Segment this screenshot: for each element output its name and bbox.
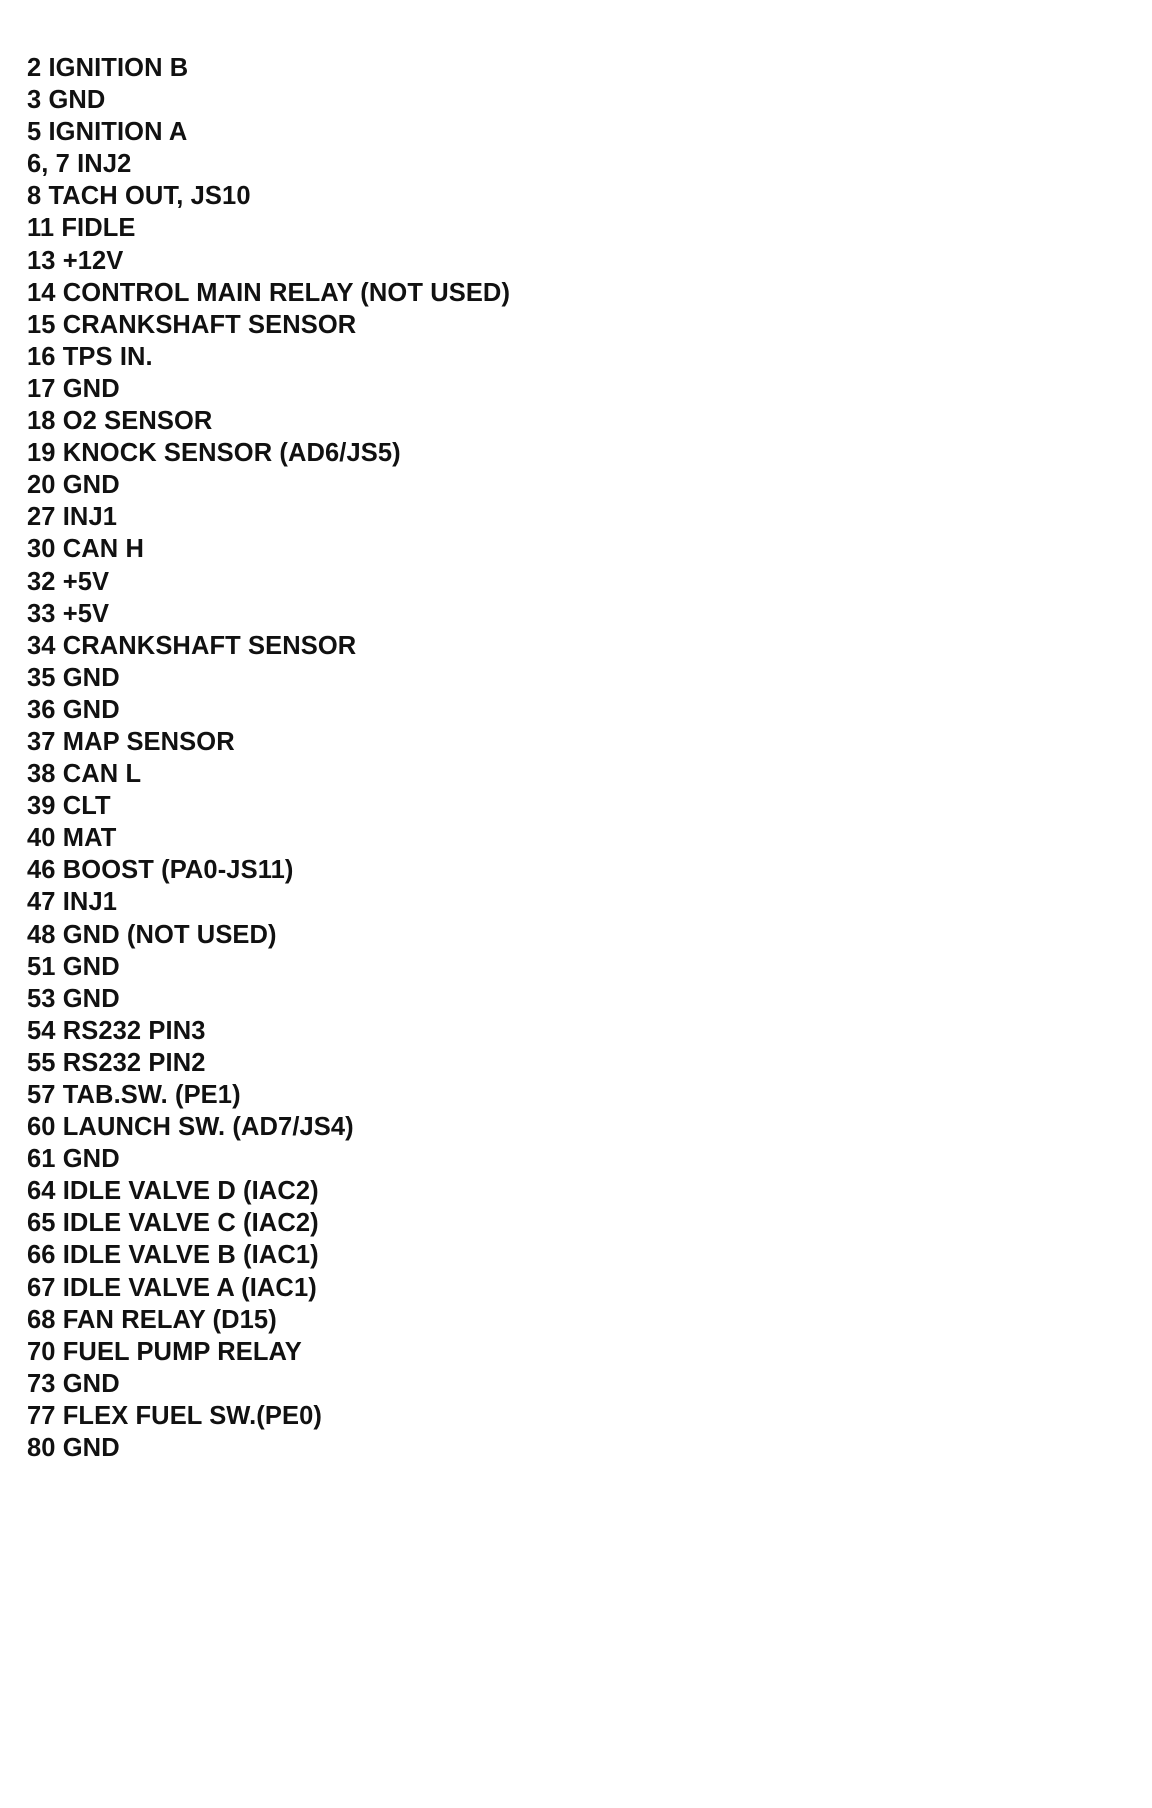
pinout-line: 18 O2 SENSOR: [27, 407, 213, 436]
pinout-line: 6, 7 INJ2: [27, 150, 132, 179]
pinout-line: 68 FAN RELAY (D15): [27, 1305, 277, 1334]
document-page: 2 IGNITION B 3 GND 5 IGNITION A 6, 7 INJ2 8 …: [0, 0, 1152, 1808]
pinout-line: 40 MAT: [27, 824, 117, 853]
pinout-line: 64 IDLE VALVE D (IAC2): [27, 1177, 319, 1206]
pinout-line: 13 +12V: [27, 246, 124, 275]
pinout-line: 8 TACH OUT, JS10: [27, 182, 251, 211]
pinout-line: 11 FIDLE: [27, 214, 136, 243]
pinout-line: 77 FLEX FUEL SW.(PE0): [27, 1401, 322, 1430]
pinout-line: 16 TPS IN.: [27, 342, 153, 371]
pinout-line: 60 LAUNCH SW. (AD7/JS4): [27, 1113, 354, 1142]
pinout-line: 65 IDLE VALVE C (IAC2): [27, 1209, 319, 1238]
pinout-line: 39 CLT: [27, 792, 111, 821]
pinout-line: 51 GND: [27, 952, 120, 981]
pinout-line: 30 CAN H: [27, 535, 144, 564]
pinout-line: 27 INJ1: [27, 503, 118, 532]
pinout-line: 53 GND: [27, 984, 120, 1013]
pinout-line: 47 INJ1: [27, 888, 118, 917]
pinout-line: 36 GND: [27, 695, 120, 724]
pinout-line: 35 GND: [27, 663, 120, 692]
pinout-line: 19 KNOCK SENSOR (AD6/JS5): [27, 439, 401, 468]
pinout-line: 37 MAP SENSOR: [27, 727, 235, 756]
pinout-line: 57 TAB.SW. (PE1): [27, 1081, 241, 1109]
pinout-line: 70 FUEL PUMP RELAY: [27, 1337, 302, 1366]
pinout-line: 48 GND (NOT USED): [27, 920, 277, 949]
pinout-line: 2 IGNITION B: [27, 54, 189, 82]
pinout-line: 66 IDLE VALVE B (IAC1): [27, 1241, 319, 1270]
pinout-list: 2 IGNITION B 3 GND 5 IGNITION A 6, 7 INJ2 8 …: [27, 52, 1152, 1464]
pinout-line: 5 IGNITION A: [27, 118, 188, 147]
pinout-line: 33 +5V: [27, 599, 110, 628]
pinout-line: 17 GND: [27, 374, 120, 403]
pinout-line: 80 GND: [27, 1434, 120, 1463]
pinout-line: 15 CRANKSHAFT SENSOR: [27, 310, 357, 339]
pinout-line: 54 RS232 PIN3: [27, 1016, 206, 1045]
pinout-line: 55 RS232 PIN2: [27, 1048, 206, 1077]
pinout-line: 46 BOOST (PA0-JS11): [27, 856, 294, 885]
pinout-line: 34 CRANKSHAFT SENSOR: [27, 631, 357, 660]
pinout-line: 14 CONTROL MAIN RELAY (NOT USED): [27, 278, 511, 307]
pinout-line: 38 CAN L: [27, 760, 142, 789]
pinout-line: 20 GND: [27, 471, 120, 500]
pinout-line: 67 IDLE VALVE A (IAC1): [27, 1273, 317, 1302]
pinout-line: 3 GND: [27, 86, 106, 115]
pinout-line: 73 GND: [27, 1369, 120, 1398]
pinout-line: 61 GND: [27, 1145, 120, 1174]
pinout-line: 32 +5V: [27, 567, 110, 596]
